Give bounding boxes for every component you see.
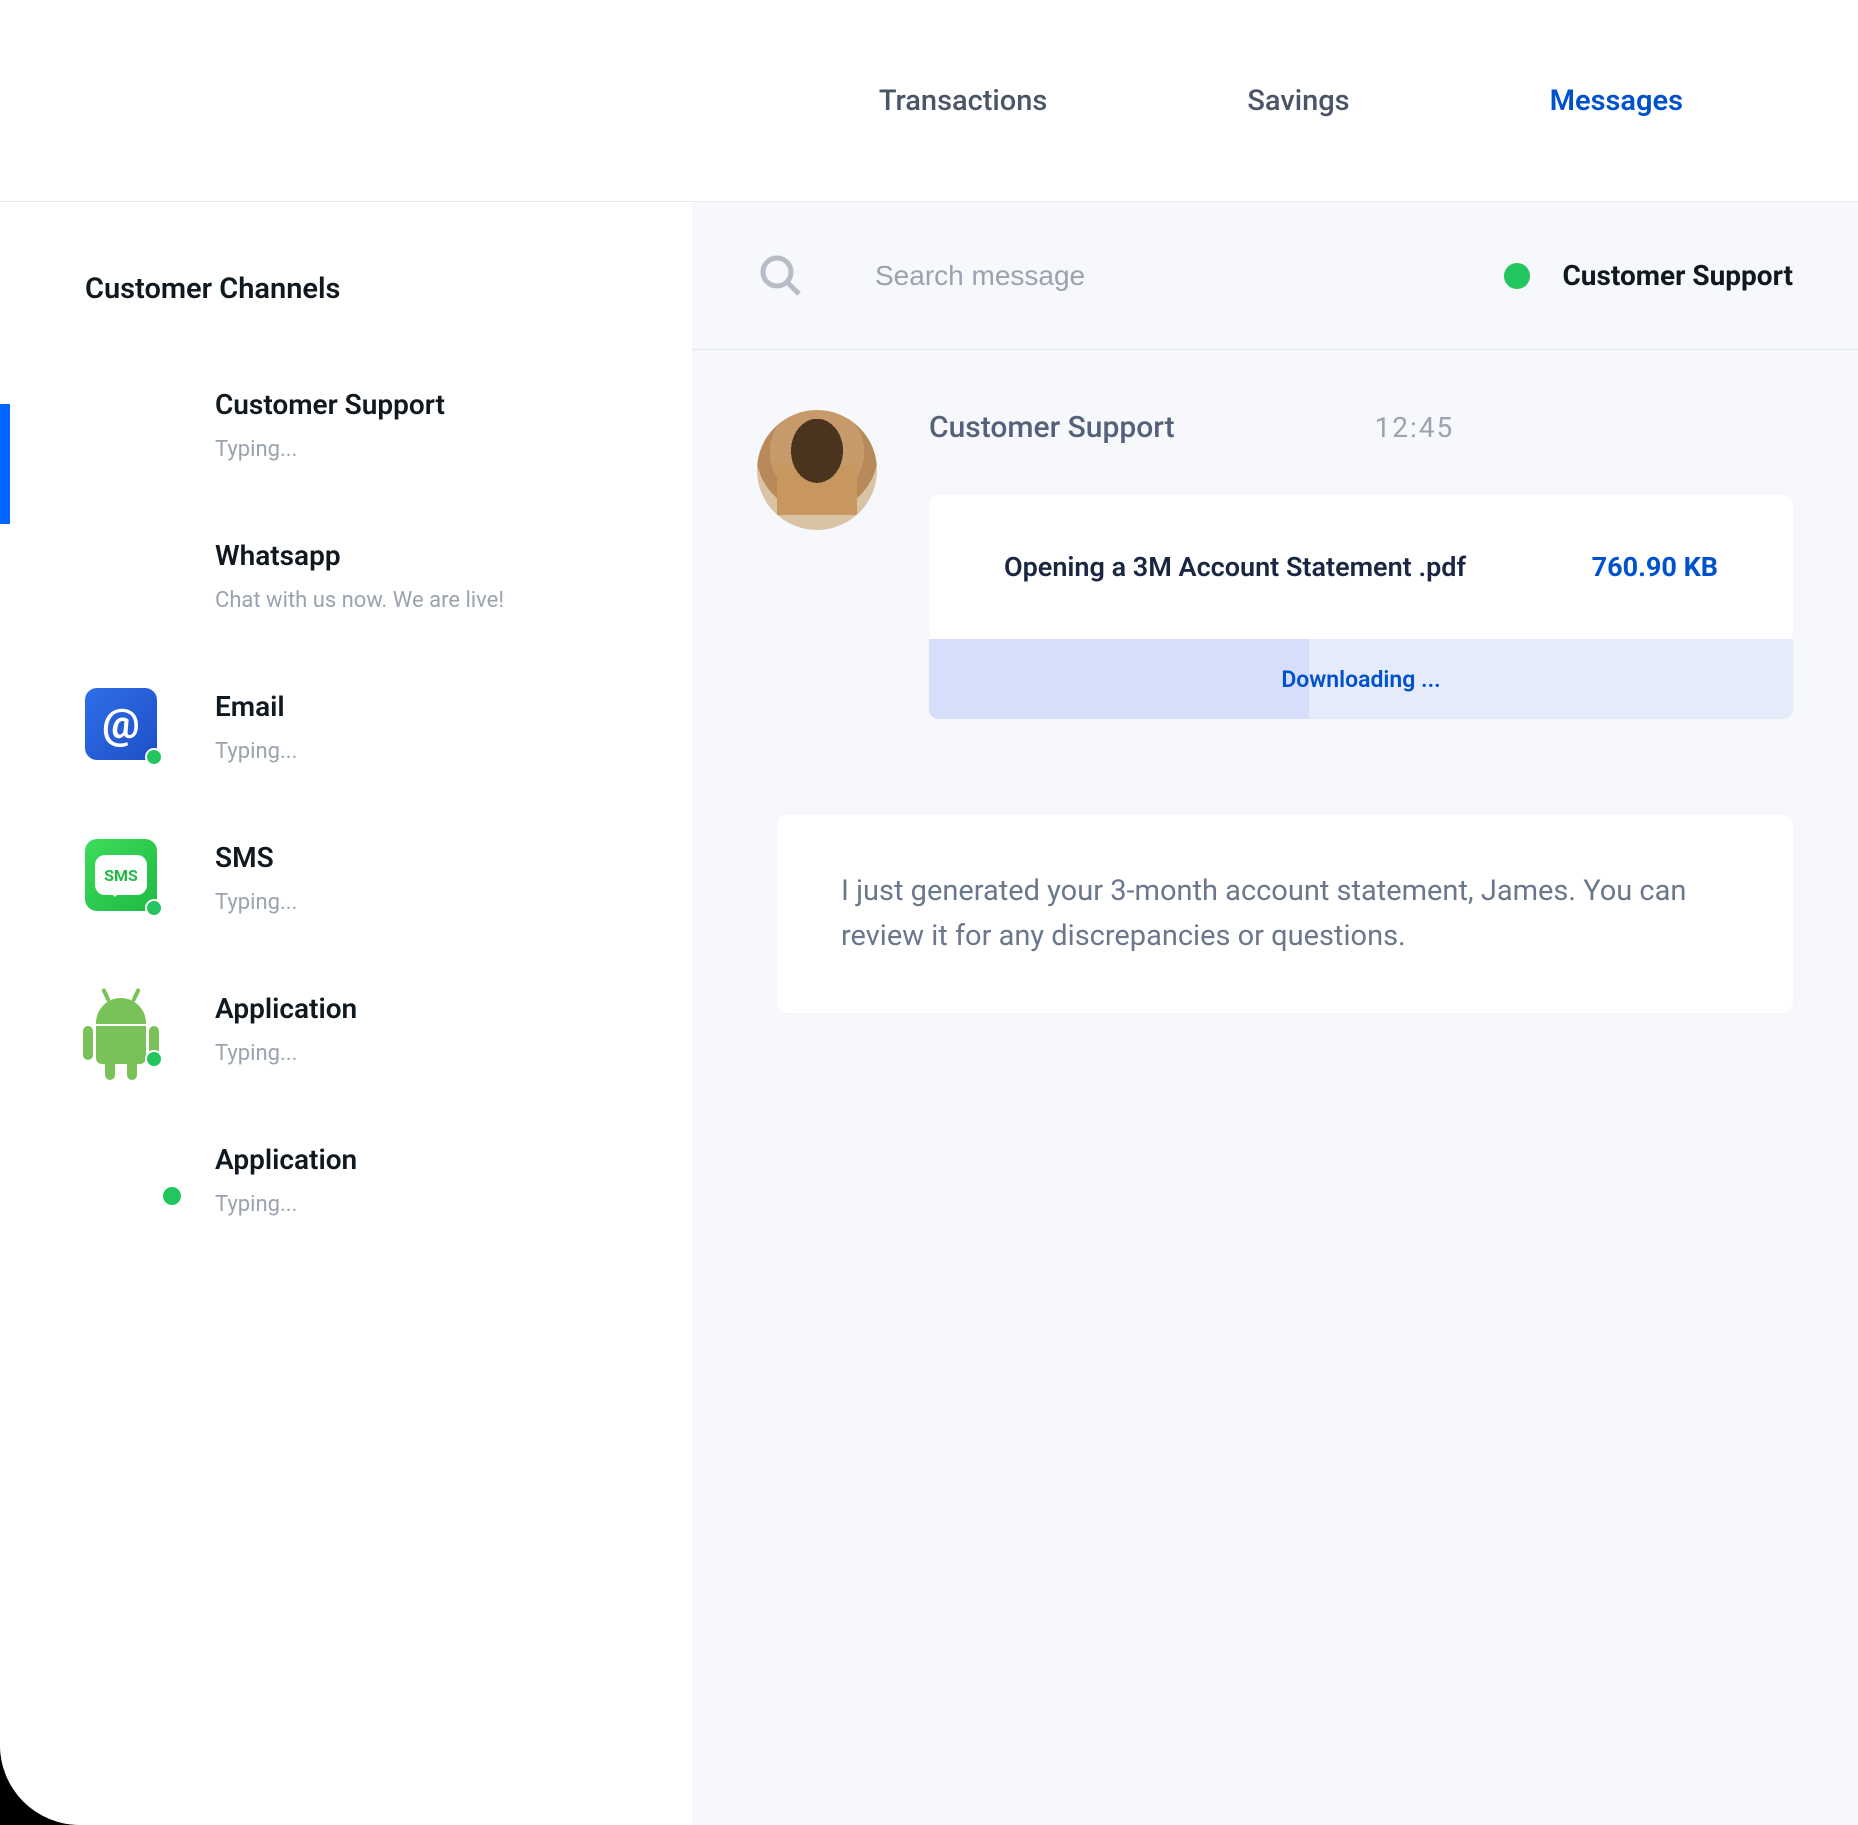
channel-sms[interactable]: SMS SMS Typing... bbox=[0, 839, 692, 915]
channel-status: Typing... bbox=[215, 890, 297, 915]
file-size: 760.90 KB bbox=[1592, 551, 1718, 583]
header-support-status: Customer Support bbox=[1504, 259, 1793, 292]
channel-name: Whatsapp bbox=[215, 539, 504, 572]
channel-name: Application bbox=[215, 1143, 357, 1176]
content-panel: Customer Support Customer Support 12:45 … bbox=[692, 202, 1858, 1825]
content-header: Customer Support bbox=[692, 202, 1858, 350]
message-time: 12:45 bbox=[1375, 411, 1455, 444]
email-icon: @ bbox=[85, 688, 160, 763]
sidebar-title: Customer Channels bbox=[0, 272, 692, 306]
channel-email[interactable]: @ Email Typing... bbox=[0, 688, 692, 764]
channel-status: Typing... bbox=[215, 739, 297, 764]
message-text-bubble: I just generated your 3-month account st… bbox=[777, 815, 1793, 1013]
file-name: Opening a 3M Account Statement .pdf bbox=[1004, 551, 1466, 583]
sms-icon: SMS bbox=[85, 839, 160, 914]
channel-application-android[interactable]: Application Typing... bbox=[0, 990, 692, 1066]
nav-messages[interactable]: Messages bbox=[1550, 84, 1683, 118]
app-frame: Transactions Savings Messages Customer C… bbox=[0, 0, 1858, 1825]
channel-application[interactable]: Application Typing... bbox=[0, 1141, 692, 1217]
channel-status: Typing... bbox=[215, 1192, 357, 1217]
status-dot-icon bbox=[145, 899, 163, 917]
message-sender: Customer Support bbox=[929, 410, 1175, 445]
customer-support-icon bbox=[85, 386, 160, 461]
channel-name: Customer Support bbox=[215, 388, 445, 421]
search-input[interactable] bbox=[875, 260, 1504, 292]
whatsapp-icon bbox=[85, 537, 160, 612]
status-dot-icon bbox=[145, 1050, 163, 1068]
channel-name: Email bbox=[215, 690, 297, 723]
avatar bbox=[757, 410, 877, 530]
nav-savings[interactable]: Savings bbox=[1247, 84, 1349, 118]
top-nav: Transactions Savings Messages bbox=[0, 0, 1858, 202]
sidebar: Customer Channels Customer Support Typin… bbox=[0, 202, 692, 1825]
file-attachment-card[interactable]: Opening a 3M Account Statement .pdf 760.… bbox=[929, 495, 1793, 719]
download-progress-bar: Downloading ... bbox=[929, 639, 1793, 719]
application-icon bbox=[85, 1141, 160, 1216]
message-row: Customer Support 12:45 Opening a 3M Acco… bbox=[757, 410, 1793, 779]
main-area: Customer Channels Customer Support Typin… bbox=[0, 202, 1858, 1825]
channel-status: Typing... bbox=[215, 1041, 357, 1066]
channel-name: Application bbox=[215, 992, 357, 1025]
channel-name: SMS bbox=[215, 841, 297, 874]
active-channel-indicator bbox=[0, 404, 10, 524]
status-dot-icon bbox=[163, 1187, 181, 1205]
status-dot-icon bbox=[145, 748, 163, 766]
channel-status: Chat with us now. We are live! bbox=[215, 588, 504, 613]
nav-transactions[interactable]: Transactions bbox=[879, 84, 1047, 118]
channel-customer-support[interactable]: Customer Support Typing... bbox=[0, 386, 692, 462]
chat-body: Customer Support 12:45 Opening a 3M Acco… bbox=[692, 350, 1858, 1073]
android-icon bbox=[85, 990, 160, 1065]
online-status-icon bbox=[1504, 263, 1530, 289]
channel-status: Typing... bbox=[215, 437, 445, 462]
download-status: Downloading ... bbox=[1281, 666, 1440, 693]
channel-whatsapp[interactable]: Whatsapp Chat with us now. We are live! bbox=[0, 537, 692, 613]
search-icon bbox=[757, 252, 805, 300]
header-support-label: Customer Support bbox=[1562, 259, 1793, 292]
